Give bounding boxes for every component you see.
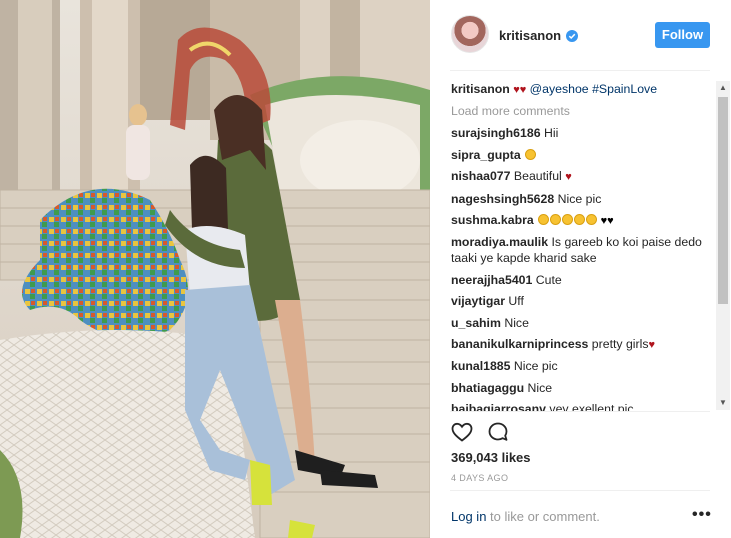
scroll-down-arrow-icon[interactable]: ▼: [716, 396, 730, 410]
smiling-face-emoji-icon: [550, 213, 562, 225]
footer-divider: [450, 490, 710, 491]
comment-username[interactable]: moradiya.maulik: [451, 235, 548, 249]
scrollbar-thumb[interactable]: [718, 97, 728, 304]
comment-row: nishaa077 Beautiful ♥: [451, 168, 714, 185]
comment-row: kunal1885 Nice pic: [451, 358, 714, 374]
login-link[interactable]: Log in: [451, 509, 486, 524]
heart-outline-icon[interactable]: [450, 420, 474, 444]
smiling-face-emoji-icon: [525, 148, 537, 160]
comment-row: moradiya.maulik Is gareeb ko koi paise d…: [451, 234, 714, 266]
black-heart-emoji-icon: ♥♥: [600, 214, 614, 227]
comment-row: neerajjha5401 Cute: [451, 272, 714, 288]
comment-row: vijaytigar Uff: [451, 293, 714, 309]
comment-text: vey exellent pic: [549, 402, 634, 411]
comment-row: bananikulkarniprincess pretty girls♥: [451, 336, 714, 353]
post-photo-illustration: [0, 0, 430, 538]
comment-username[interactable]: sushma.kabra: [451, 213, 534, 227]
post-sidebar: kritisanon Follow kritisanon ♥♥ @ayeshoe…: [430, 0, 731, 538]
smiling-face-emoji-icon: [538, 213, 550, 225]
comment-row: sushma.kabra ♥♥: [451, 212, 714, 229]
header-username[interactable]: kritisanon: [499, 28, 561, 43]
header-divider: [450, 70, 710, 71]
comment-username[interactable]: vijaytigar: [451, 294, 505, 308]
comment-username[interactable]: bhatiagaggu: [451, 381, 524, 395]
instagram-post: kritisanon Follow kritisanon ♥♥ @ayeshoe…: [0, 0, 731, 538]
comment-username[interactable]: baibagiarrosanv: [451, 402, 546, 411]
more-options-icon[interactable]: •••: [692, 507, 712, 523]
comment-username[interactable]: kunal1885: [451, 359, 510, 373]
comment-text: Nice pic: [513, 359, 558, 374]
post-header: kritisanon Follow: [430, 0, 731, 70]
scroll-up-arrow-icon[interactable]: ▲: [716, 81, 730, 95]
comment-row: sipra_gupta: [451, 147, 714, 163]
comment-text: Nice pic: [557, 191, 602, 206]
login-prompt: Log in to like or comment.: [451, 509, 600, 524]
post-photo[interactable]: [0, 0, 430, 538]
comment-text: Uff: [508, 294, 524, 309]
actions-divider: [450, 411, 710, 412]
comment-row: u_sahim Nice: [451, 315, 714, 331]
avatar[interactable]: [451, 15, 489, 53]
comments-list[interactable]: kritisanon ♥♥ @ayeshoe #SpainLove Load m…: [451, 81, 714, 411]
comment-text: Nice: [504, 315, 529, 330]
comment-username[interactable]: nageshsingh5628: [451, 192, 554, 206]
comment-username[interactable]: surajsingh6186: [451, 126, 541, 140]
verified-badge-icon: [566, 29, 579, 42]
caption-hashtag[interactable]: #SpainLove: [592, 82, 657, 96]
comment-row: baibagiarrosanv vey exellent pic: [451, 401, 714, 411]
comment-username[interactable]: bananikulkarniprincess: [451, 337, 588, 351]
comment-username[interactable]: sipra_gupta: [451, 148, 521, 162]
follow-button[interactable]: Follow: [655, 22, 710, 48]
caption-mention[interactable]: @ayeshoe: [530, 82, 589, 96]
load-more-comments-button[interactable]: Load more comments: [451, 103, 714, 119]
red-heart-emoji-icon: ♥♥: [513, 84, 527, 96]
login-prompt-text: to like or comment.: [486, 509, 600, 524]
smiling-face-emoji-icon: [562, 213, 574, 225]
caption-username[interactable]: kritisanon: [451, 82, 510, 96]
comments-scrollbar[interactable]: ▲ ▼: [716, 81, 730, 410]
likes-count[interactable]: 369,043 likes: [451, 450, 531, 465]
heart-eyes-emoji-icon: [586, 213, 598, 225]
comment-text: Cute: [535, 272, 562, 287]
comment-username[interactable]: nishaa077: [451, 169, 510, 183]
comment-text: pretty girls: [591, 336, 649, 351]
comment-text: Nice: [527, 380, 553, 395]
comment-row: bhatiagaggu Nice: [451, 380, 714, 396]
red-heart-emoji-icon: ♥: [648, 338, 656, 351]
heart-eyes-emoji-icon: [574, 213, 586, 225]
comment-row: nageshsingh5628 Nice pic: [451, 191, 714, 207]
header-username-wrap: kritisanon: [499, 28, 579, 43]
caption: kritisanon ♥♥ @ayeshoe #SpainLove: [451, 81, 714, 98]
post-timestamp[interactable]: 4 DAYS AGO: [451, 473, 508, 483]
comment-bubble-icon[interactable]: [486, 420, 510, 444]
comment-username[interactable]: neerajjha5401: [451, 273, 532, 287]
comment-text: Beautiful: [513, 169, 562, 184]
comment-row: surajsingh6186 Hii: [451, 125, 714, 141]
comment-text: Hii: [543, 126, 559, 141]
red-heart-emoji-icon: ♥: [565, 171, 572, 184]
comment-username[interactable]: u_sahim: [451, 316, 501, 330]
